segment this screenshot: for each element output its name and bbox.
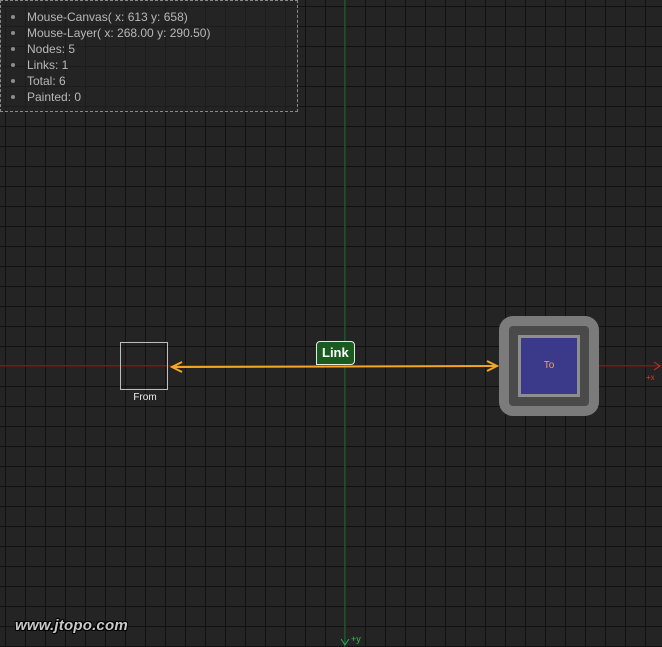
watermark: www.jtopo.com [15, 617, 128, 634]
link-line[interactable] [171, 365, 498, 368]
info-total: Total: 6 [9, 73, 297, 89]
info-links: Links: 1 [9, 57, 297, 73]
info-mouse-layer: Mouse-Layer( x: 268.00 y: 290.50) [9, 25, 297, 41]
link-label[interactable]: Link [316, 341, 355, 365]
node-from-label: From [133, 392, 157, 403]
info-painted: Painted: 0 [9, 89, 297, 105]
canvas[interactable]: Mouse-Canvas( x: 613 y: 658) Mouse-Layer… [0, 0, 662, 647]
node-to-label: To [543, 360, 555, 371]
info-mouse-canvas: Mouse-Canvas( x: 613 y: 658) [9, 9, 297, 25]
info-nodes: Nodes: 5 [9, 41, 297, 57]
info-panel: Mouse-Canvas( x: 613 y: 658) Mouse-Layer… [0, 0, 298, 112]
node-from[interactable] [120, 342, 168, 390]
y-axis-label: +y [351, 634, 361, 644]
x-axis-label: +x [646, 373, 655, 382]
